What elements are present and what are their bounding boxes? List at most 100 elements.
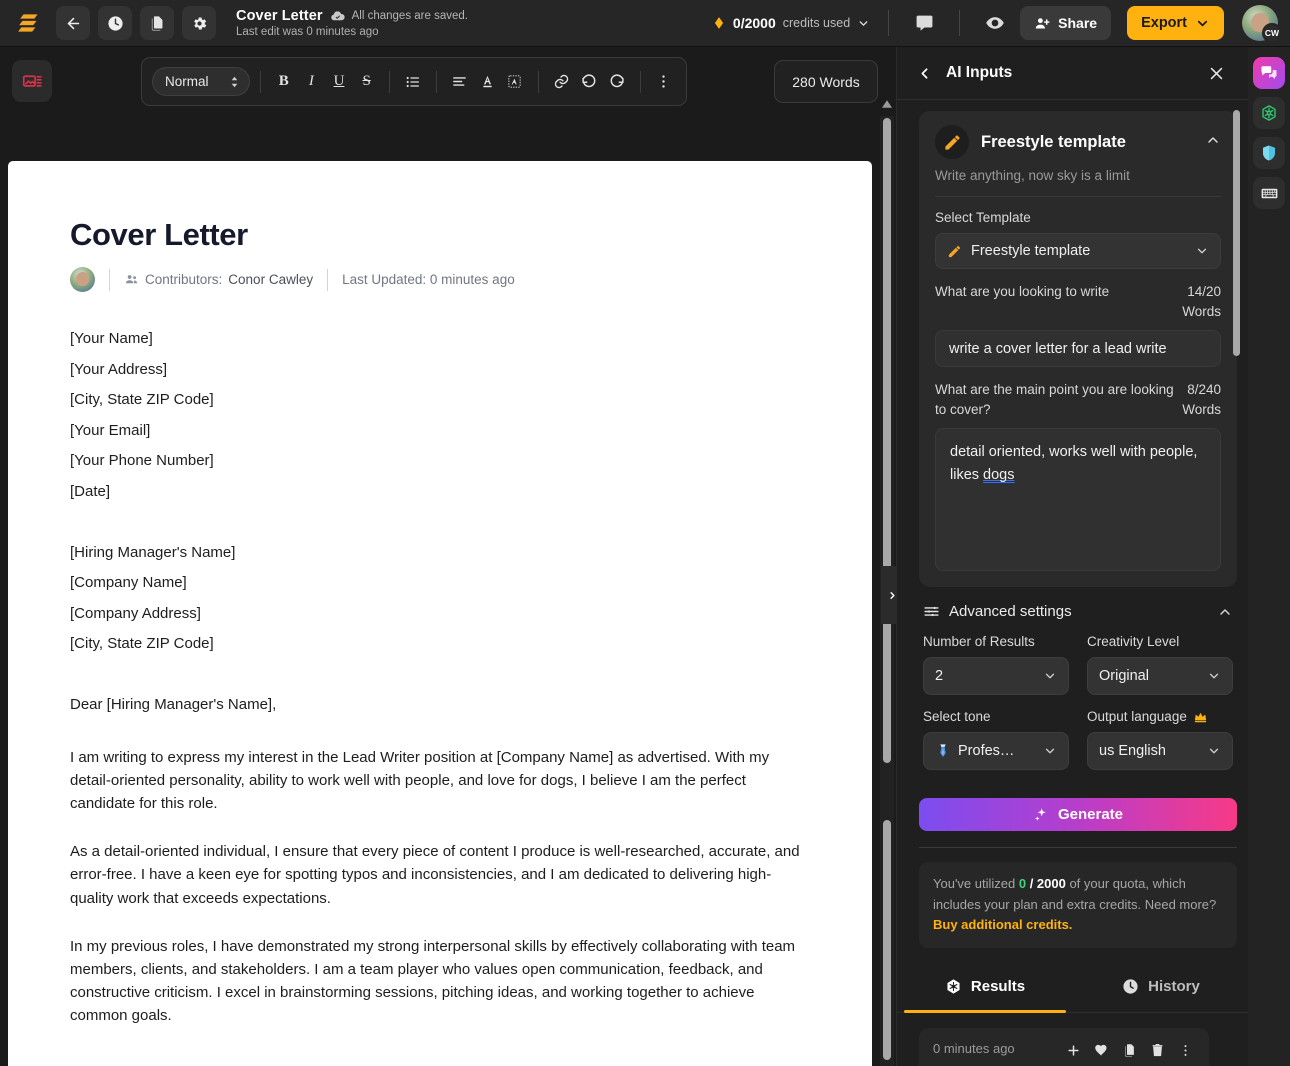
redo-icon[interactable] [604,68,630,96]
chevron-down-icon [1207,669,1221,683]
trash-icon[interactable] [1148,1041,1167,1060]
brand-logo-icon[interactable] [12,5,48,41]
result-card[interactable]: 0 minutes ago [919,1028,1209,1066]
diamond-icon [712,16,726,30]
quota-notice: You've utilized 0 / 2000 of your quota, … [919,862,1237,948]
heart-icon[interactable] [1092,1041,1111,1060]
doc-line: [Your Email] [70,416,812,447]
field2-counter: 8/240 Words [1182,380,1221,420]
number-of-results-label: Number of Results [923,634,1069,649]
underline-button[interactable]: U [326,68,352,96]
chevron-up-icon[interactable] [1205,132,1221,153]
document-scrollbar-thumb[interactable] [883,118,891,763]
link-icon[interactable] [549,68,575,96]
more-vertical-icon[interactable] [650,68,676,96]
doc-line: [City, State ZIP Code] [70,385,812,416]
bold-button[interactable]: B [271,68,297,96]
document-scrollbar-thumb-lower[interactable] [883,820,891,1060]
divider [959,10,960,36]
comment-icon[interactable] [907,6,941,40]
select-tone-select[interactable]: Profes… [923,732,1069,770]
rail-shield-icon[interactable] [1253,137,1285,169]
field2-textarea[interactable]: detail oriented, works well with people,… [935,428,1221,571]
results-history-tabs: Results History [897,960,1249,1013]
ai-panel-header: AI Inputs [897,47,1248,100]
creativity-level-label: Creativity Level [1087,634,1233,649]
recipient-block: [Hiring Manager's Name] [Company Name] [… [70,538,812,660]
contributors-value: Conor Cawley [228,272,313,287]
copy-documents-icon[interactable] [140,6,174,40]
number-of-results-select[interactable]: 2 [923,657,1069,695]
rail-chat-bubble-icon[interactable] [1253,57,1285,89]
advanced-settings-title: Advanced settings [949,603,1072,620]
divider [260,71,261,93]
page-title: Cover Letter [70,217,812,253]
field2-question: What are the main point you are looking … [935,380,1174,420]
advanced-settings-header[interactable]: Advanced settings [919,603,1237,620]
divider [640,71,641,93]
quota-prefix: You've utilized [933,876,1019,891]
italic-label: I [309,73,314,90]
contributors-label: Contributors: [145,272,222,287]
number-of-results-field: Number of Results 2 [923,620,1069,695]
clock-icon [1122,978,1139,995]
gear-icon[interactable] [182,6,216,40]
rail-keyboard-icon[interactable] [1253,177,1285,209]
field2-spellcheck-word[interactable]: dogs [983,467,1014,483]
underline-label: U [334,73,345,90]
scroll-up-arrow[interactable] [880,96,894,112]
divider [538,71,539,93]
crown-icon [1193,709,1208,724]
text-color-icon[interactable] [475,68,501,96]
export-button[interactable]: Export [1127,6,1224,40]
align-left-icon[interactable] [447,68,473,96]
document-meta: Cover Letter All changes are saved. Last… [236,8,468,38]
ai-panel-scrollbar-thumb[interactable] [1233,110,1240,356]
more-vertical-icon[interactable] [1176,1041,1195,1060]
tab-results[interactable]: Results [897,960,1073,1012]
creativity-level-select[interactable]: Original [1087,657,1233,695]
output-language-select[interactable]: us English [1087,732,1233,770]
field1-question: What are you looking to write [935,282,1174,302]
tab-history-label: History [1148,978,1200,995]
share-button[interactable]: Share [1020,6,1111,40]
quota-used: 0 [1019,876,1026,891]
divider [935,196,1221,197]
word-count-label: 280 Words [792,74,859,90]
media-panel-icon[interactable] [12,60,52,102]
eye-icon[interactable] [978,6,1012,40]
chevron-up-icon[interactable] [1217,604,1233,620]
doc-line: [Your Address] [70,355,812,386]
chevron-left-icon[interactable] [909,58,939,88]
bullet-list-icon[interactable] [400,68,426,96]
italic-button[interactable]: I [299,68,325,96]
doc-line: [Date] [70,477,812,508]
credits-indicator[interactable]: 0/2000 credits used [712,15,870,31]
highlight-icon[interactable] [502,68,528,96]
strikethrough-button[interactable]: S [354,68,380,96]
text-style-select[interactable]: Normal [152,67,250,96]
chevron-down-icon[interactable] [857,17,870,30]
ai-panel-scroll-area: Freestyle template Write anything, now s… [897,100,1249,960]
close-icon[interactable] [1202,59,1230,87]
avatar[interactable]: CW [1242,5,1278,41]
salutation: Dear [Hiring Manager's Name], [70,690,812,721]
plus-icon[interactable] [1064,1041,1083,1060]
buy-credits-link[interactable]: Buy additional credits. [933,917,1072,932]
tab-history[interactable]: History [1073,960,1249,1012]
select-template-label: Select Template [935,210,1221,225]
quota-total: / 2000 [1026,876,1066,891]
creativity-level-value: Original [1099,668,1149,684]
document-page[interactable]: Cover Letter Contributors: Conor Cawley … [8,161,872,1066]
undo-icon[interactable] [576,68,602,96]
rail-ai-hexagon-icon[interactable] [1253,97,1285,129]
paragraph: In my previous roles, I have demonstrate… [70,935,812,1028]
divider [327,269,328,291]
generate-button[interactable]: Generate [919,798,1237,831]
copy-icon[interactable] [1120,1041,1139,1060]
clock-icon[interactable] [98,6,132,40]
arrow-left-icon[interactable] [56,6,90,40]
field1-input[interactable]: write a cover letter for a lead write [935,330,1221,367]
template-select[interactable]: Freestyle template [935,233,1221,269]
field1-value: write a cover letter for a lead write [949,341,1167,357]
